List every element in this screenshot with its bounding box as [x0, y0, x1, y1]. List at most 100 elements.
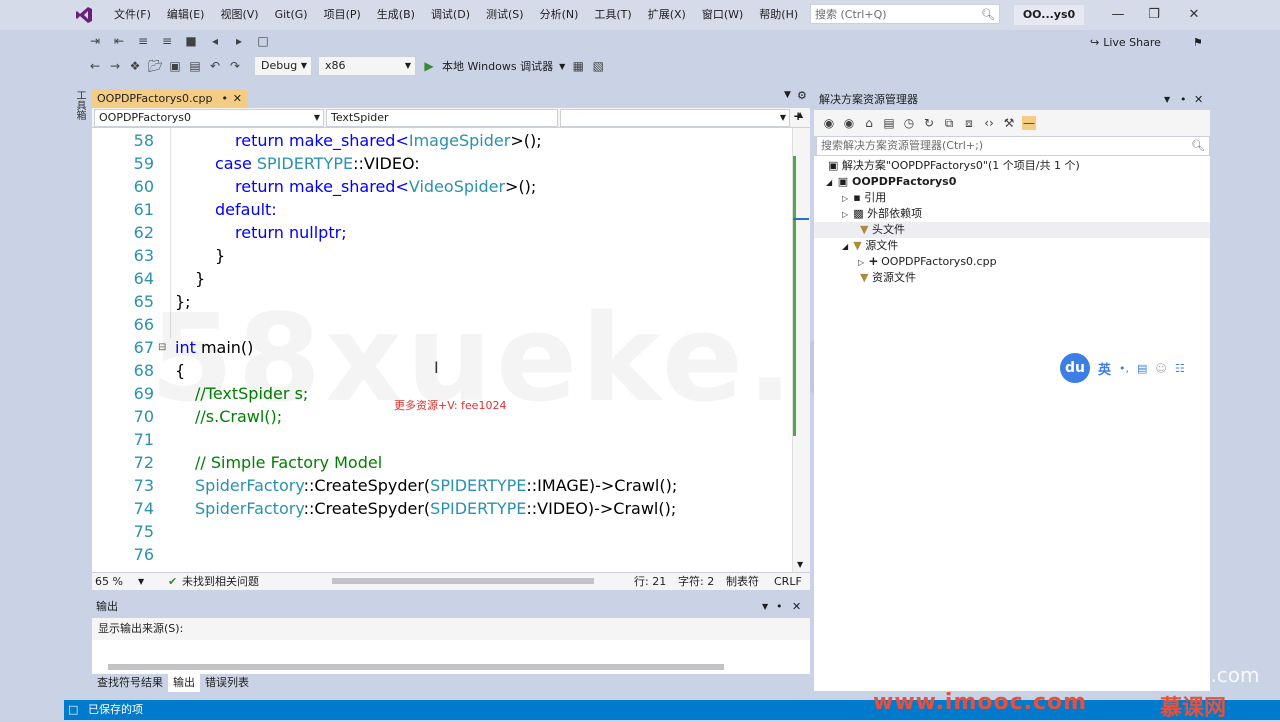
- sync-icon[interactable]: ↻: [922, 116, 936, 130]
- chevron-down-icon[interactable]: ▼: [559, 62, 565, 71]
- collapse-all-icon[interactable]: ⧉: [942, 116, 956, 130]
- menu-extensions[interactable]: 扩展(X): [640, 0, 694, 30]
- close-button[interactable]: ✕: [1176, 0, 1212, 30]
- preview-icon[interactable]: —: [1022, 116, 1036, 130]
- menu-file[interactable]: 文件(F): [106, 0, 159, 30]
- prev-bookmark-icon[interactable]: ◂: [208, 34, 222, 48]
- back-icon[interactable]: ←: [88, 59, 102, 73]
- config-select[interactable]: Debug ▼: [254, 56, 312, 76]
- tab-error-list[interactable]: 错误列表: [200, 674, 254, 692]
- menu-window[interactable]: 窗口(W): [694, 0, 751, 30]
- menu-build[interactable]: 生成(B): [369, 0, 423, 30]
- ime-language[interactable]: 英: [1098, 359, 1111, 378]
- references-icon: ▪: [853, 191, 865, 204]
- pin-icon[interactable]: •: [776, 597, 783, 617]
- chevron-up-icon[interactable]: ▲: [797, 110, 803, 119]
- chevron-down-icon[interactable]: ▼: [138, 573, 144, 590]
- forward-icon[interactable]: →: [108, 59, 122, 73]
- bookmark-icon[interactable]: ■: [184, 34, 198, 48]
- solution-search-input[interactable]: 搜索解决方案资源管理器(Ctrl+;) 🔍︎: [816, 136, 1210, 156]
- tree-item-source-files[interactable]: ◢ ▼ 源文件: [842, 238, 898, 254]
- back-icon[interactable]: ◉: [822, 116, 836, 130]
- play-icon[interactable]: ▶: [422, 59, 436, 73]
- tree-item-header-files[interactable]: ▼ 头文件: [814, 222, 1210, 238]
- switch-views-icon[interactable]: ▤: [882, 116, 896, 130]
- output-horizontal-scrollbar[interactable]: [108, 664, 724, 670]
- forward-icon[interactable]: ◉: [842, 116, 856, 130]
- minimize-button[interactable]: —: [1100, 0, 1136, 30]
- wrench-icon[interactable]: ⚒: [1002, 116, 1016, 130]
- new-project-icon[interactable]: ❖: [128, 59, 142, 73]
- save-icon[interactable]: ▣: [168, 59, 182, 73]
- menu-analyze[interactable]: 分析(N): [532, 0, 587, 30]
- menu-view[interactable]: 视图(V): [212, 0, 266, 30]
- menu-debug[interactable]: 调试(D): [423, 0, 478, 30]
- editor-scrollbar[interactable]: ▲ ▼: [792, 110, 810, 572]
- chevron-down-icon[interactable]: ▼: [1164, 90, 1170, 110]
- gear-icon[interactable]: ⚙: [797, 89, 807, 102]
- redo-icon[interactable]: ↷: [228, 59, 242, 73]
- tree-solution[interactable]: ▣ 解决方案"OOPDPFactorys0"(1 个项目/共 1 个): [828, 158, 1080, 174]
- grid-icon[interactable]: ☷: [1175, 362, 1185, 375]
- tree-project[interactable]: ◢ ▣ OOPDPFactorys0: [826, 174, 956, 190]
- next-bookmark-icon[interactable]: ▸: [232, 34, 246, 48]
- tree-item-resource-files[interactable]: ▼ 资源文件: [860, 270, 916, 286]
- comment-icon[interactable]: ≡: [136, 34, 150, 48]
- feedback-icon[interactable]: ⚑: [1193, 36, 1203, 49]
- chevron-down-icon[interactable]: ▼: [784, 90, 791, 100]
- indent-icon[interactable]: ⇥: [88, 34, 102, 48]
- run-debugger-button[interactable]: 本地 Windows 调试器: [442, 58, 553, 74]
- home-icon[interactable]: ⌂: [862, 116, 876, 130]
- undo-icon[interactable]: ↶: [208, 59, 222, 73]
- platform-select[interactable]: x86 ▼: [318, 56, 416, 76]
- menu-git[interactable]: Git(G): [267, 0, 316, 30]
- outdent-icon[interactable]: ⇤: [112, 34, 126, 48]
- pending-changes-icon[interactable]: ◷: [902, 116, 916, 130]
- code-icon[interactable]: ‹›: [982, 116, 996, 130]
- tab-output[interactable]: 输出: [168, 674, 200, 692]
- pin-icon[interactable]: •: [1180, 90, 1187, 110]
- menu-tools[interactable]: 工具(T): [586, 0, 639, 30]
- close-icon[interactable]: ✕: [1194, 90, 1203, 110]
- chevron-down-icon[interactable]: ▼: [762, 597, 768, 617]
- user-icon[interactable]: ☺: [1155, 362, 1166, 375]
- close-icon[interactable]: ✕: [233, 89, 242, 108]
- show-all-files-icon[interactable]: ⧈: [962, 116, 976, 130]
- menu-help[interactable]: 帮助(H): [751, 0, 806, 30]
- cpp-file-icon: ➕︎: [869, 255, 882, 268]
- eol-indicator[interactable]: CRLF: [774, 573, 802, 590]
- uncomment-icon[interactable]: ≡: [160, 34, 174, 48]
- tabs-indicator[interactable]: 制表符: [726, 573, 759, 590]
- toolbox-tab[interactable]: 工具箱: [64, 86, 92, 696]
- tab-find-symbol-results[interactable]: 查找符号结果: [92, 674, 168, 692]
- member-select[interactable]: TextSpider: [326, 109, 558, 127]
- issues-status[interactable]: 未找到相关问题: [182, 573, 259, 590]
- zoom-select[interactable]: 65 %: [95, 573, 123, 590]
- function-select[interactable]: ▼: [560, 109, 790, 127]
- save-all-icon[interactable]: ▤: [188, 59, 202, 73]
- toolbox-icon[interactable]: ▤: [1137, 362, 1147, 375]
- tree-item-external-deps[interactable]: ▷ ▩ 外部依赖项: [842, 206, 922, 222]
- menu-edit[interactable]: 编辑(E): [159, 0, 213, 30]
- output-text-area[interactable]: [92, 640, 810, 676]
- menu-project[interactable]: 项目(P): [316, 0, 369, 30]
- tree-item-cpp-file[interactable]: ▷ ➕︎ OOPDPFactorys0.cpp: [858, 254, 997, 270]
- chevron-down-icon[interactable]: ▼: [797, 560, 803, 569]
- menu-test[interactable]: 测试(S): [478, 0, 532, 30]
- open-file-icon[interactable]: 📂︎: [148, 59, 163, 73]
- folder-icon[interactable]: ▦: [571, 59, 585, 73]
- code-line: SpiderFactory::CreateSpyder(SPIDERTYPE::…: [195, 497, 676, 520]
- live-share-button[interactable]: ↪ Live Share ⚑: [1090, 36, 1203, 49]
- tree-item-references[interactable]: ▷ ▪ 引用: [842, 190, 886, 206]
- tab-oopdpfactorys0-cpp[interactable]: OOPDPFactorys0.cpp • ✕: [92, 89, 248, 108]
- scope-select[interactable]: OOPDPFactorys0 ▼: [94, 109, 324, 127]
- horizontal-scrollbar[interactable]: [332, 578, 594, 584]
- baidu-ime-logo[interactable]: du: [1060, 353, 1090, 383]
- search-input[interactable]: 搜索 (Ctrl+Q) 🔍︎: [810, 4, 1000, 24]
- punctuation-icon[interactable]: •,: [1119, 362, 1129, 375]
- pin-icon[interactable]: •: [222, 89, 229, 108]
- close-icon[interactable]: ✕: [792, 597, 801, 617]
- screenshot-icon[interactable]: ▧: [591, 59, 605, 73]
- restore-button[interactable]: ❐: [1136, 0, 1172, 30]
- clear-bookmarks-icon[interactable]: □: [256, 34, 270, 48]
